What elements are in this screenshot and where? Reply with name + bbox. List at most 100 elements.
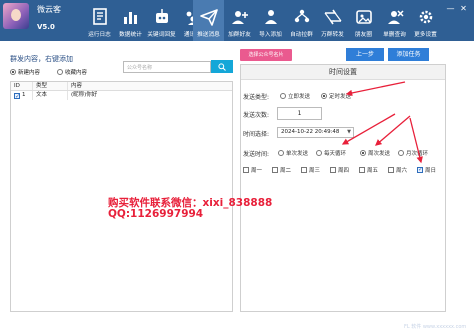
radio-single-send[interactable]: 单次发送: [278, 149, 308, 157]
time-settings-panel: 时间设置: [240, 64, 446, 312]
radio-send-now[interactable]: 立即发送: [280, 92, 310, 100]
checkbox-icon: [243, 167, 249, 173]
checkbox-icon: [417, 166, 423, 173]
toolbar-delete-query[interactable]: 单删查询: [379, 0, 410, 41]
radio-icon: [10, 69, 16, 75]
radio-new-content[interactable]: 新建内容: [10, 68, 40, 76]
radio-label: 每天循环: [324, 151, 347, 157]
toolbar-more-settings[interactable]: 更多设置: [410, 0, 441, 41]
radio-label: 周次发送: [368, 151, 391, 157]
moments-icon: [353, 6, 375, 28]
radio-favorite-content[interactable]: 收藏内容: [57, 68, 87, 76]
radio-icon: [278, 150, 284, 156]
radio-label: 立即发送: [288, 94, 311, 100]
radio-monthly-loop[interactable]: 月次循环: [398, 149, 428, 157]
cell-id-text: 1: [22, 92, 26, 98]
toolbar-label: 关键词回复: [147, 31, 176, 38]
app-version: V5.0: [37, 23, 55, 31]
send-count-input[interactable]: 1: [277, 107, 322, 120]
column-header-id[interactable]: ID: [11, 82, 33, 90]
table-row[interactable]: 1 文本 (昵称)你好: [11, 91, 232, 101]
send-count-label: 发送次数:: [243, 112, 270, 119]
promo-text-qq: QQ:1126997994: [108, 208, 204, 220]
settings-icon: [415, 6, 437, 28]
toolbar-auto-group[interactable]: 自动拉群: [286, 0, 317, 41]
row-checkbox[interactable]: [14, 92, 20, 101]
table-header: ID 类型 内容: [11, 82, 232, 91]
radio-scheduled-send[interactable]: 定时发送: [321, 92, 351, 100]
toolbar-stats[interactable]: 数据统计: [115, 0, 146, 41]
radio-label: 新建内容: [18, 70, 41, 76]
send-type-label: 发送类型:: [243, 94, 270, 101]
panel-title: 时间设置: [241, 65, 445, 80]
checkbox-label: 周一: [251, 168, 263, 174]
checkbox-sunday[interactable]: 周日: [417, 166, 436, 174]
close-icon[interactable]: ✕: [459, 4, 468, 13]
stats-icon: [120, 6, 142, 28]
app-name: 微云客: [37, 5, 61, 14]
toolbar-run-log[interactable]: 运行日志: [84, 0, 115, 41]
top-toolbar: 微云客 V5.0 运行日志 数据统计 关键词回复 通讯录 推送消息 加群好友 导…: [0, 0, 474, 41]
datetime-picker[interactable]: 2024-10-22 20:49:48 ▼: [277, 127, 354, 138]
delete-query-icon: [384, 6, 406, 28]
dropdown-caret-icon[interactable]: ▼: [347, 128, 351, 137]
radio-daily-loop[interactable]: 每天循环: [316, 149, 346, 157]
checkbox-thursday[interactable]: 周四: [330, 166, 349, 174]
radio-label: 单次发送: [286, 151, 309, 157]
checkbox-icon: [272, 167, 278, 173]
forward-icon: [322, 6, 344, 28]
toolbar-label: 单删查询: [383, 31, 406, 38]
toolbar-label: 加群好友: [228, 31, 251, 38]
radio-label: 定时发送: [329, 94, 352, 100]
radio-icon: [316, 150, 322, 156]
toolbar-label: 万群转发: [321, 31, 344, 38]
radio-weekly-send[interactable]: 周次发送: [360, 149, 390, 157]
toolbar-import-add[interactable]: 导入添加: [255, 0, 286, 41]
toolbar-keyword-reply[interactable]: 关键词回复: [146, 0, 177, 41]
column-header-content[interactable]: 内容: [68, 82, 232, 90]
robot-reply-icon: [151, 6, 173, 28]
checkbox-label: 周三: [309, 168, 321, 174]
toolbar-label: 朋友圈: [354, 31, 373, 38]
toolbar-label: 运行日志: [88, 31, 111, 38]
checkbox-wednesday[interactable]: 周三: [301, 166, 320, 174]
toolbar-label: 推送消息: [197, 31, 220, 38]
checkbox-icon: [359, 167, 365, 173]
previous-step-button[interactable]: 上一步: [346, 48, 384, 61]
time-select-label: 时间选择:: [243, 131, 270, 138]
toolbar-label: 自动拉群: [290, 31, 313, 38]
radio-label: 收藏内容: [65, 70, 88, 76]
search-button[interactable]: [211, 60, 233, 73]
datetime-value: 2024-10-22 20:49:48: [281, 129, 340, 135]
checkbox-saturday[interactable]: 周六: [388, 166, 407, 174]
toolbar-moments[interactable]: 朋友圈: [348, 0, 379, 41]
checkbox-friday[interactable]: 周五: [359, 166, 378, 174]
checkbox-icon: [388, 167, 394, 173]
checkbox-monday[interactable]: 周一: [243, 166, 262, 174]
toolbar-add-group-friends[interactable]: 加群好友: [224, 0, 255, 41]
pick-official-account-card-button[interactable]: 选择公众号名片: [240, 49, 292, 61]
cell-id: 1: [11, 91, 33, 101]
footer-watermark: FL 软件 www.xxxxxx.com: [404, 324, 467, 330]
checkbox-label: 周六: [396, 168, 408, 174]
add-group-friend-icon: [229, 6, 251, 28]
auto-group-icon: [291, 6, 313, 28]
toolbar-mass-forward[interactable]: 万群转发: [317, 0, 348, 41]
radio-icon: [280, 93, 286, 99]
checkbox-tuesday[interactable]: 周二: [272, 166, 291, 174]
toolbar-push-message[interactable]: 推送消息: [193, 0, 224, 41]
minimize-icon[interactable]: —: [446, 4, 455, 13]
add-task-button[interactable]: 添加任务: [388, 48, 429, 61]
content-group-title: 群发内容，右键添加: [10, 55, 73, 63]
radio-icon: [57, 69, 63, 75]
log-icon: [89, 6, 111, 28]
toolbar-label: 导入添加: [259, 31, 282, 38]
send-icon: [198, 6, 220, 28]
column-header-type[interactable]: 类型: [33, 82, 68, 90]
search-input[interactable]: 公众号名称: [123, 61, 211, 73]
app-logo: [3, 3, 29, 29]
checkbox-label: 周四: [338, 168, 350, 174]
toolbar-label: 更多设置: [414, 31, 437, 38]
radio-label: 月次循环: [406, 151, 429, 157]
cell-content: (昵称)你好: [71, 92, 98, 98]
